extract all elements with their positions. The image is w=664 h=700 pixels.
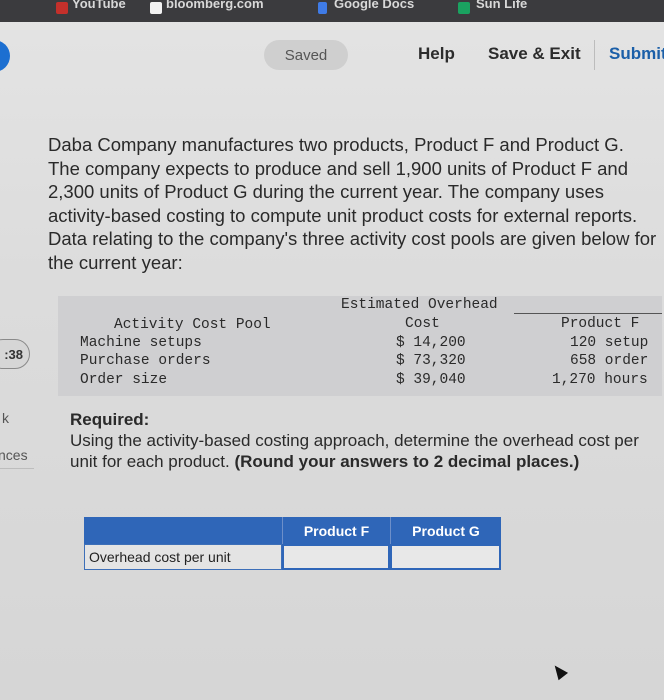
required-title: Required: — [70, 410, 150, 429]
product-header-rule — [514, 313, 662, 314]
table-row-cost: $ 14,200 — [396, 335, 466, 351]
grid-header-blank — [84, 517, 282, 544]
table-row-pool: Purchase orders — [80, 353, 211, 369]
docs-icon[interactable] — [318, 2, 327, 14]
save-exit-button[interactable]: Save & Exit — [488, 44, 581, 64]
rounding-instruction: (Round your answers to 2 decimal places.… — [234, 452, 580, 471]
table-row-product: 658 order — [570, 353, 649, 369]
bookmark-icon[interactable] — [150, 2, 162, 14]
question-text: Daba Company manufactures two products, … — [48, 134, 657, 273]
grid-header-product-f: Product F — [282, 517, 390, 544]
sidebar-item-references[interactable]: nces — [0, 447, 28, 463]
sidebar-divider — [0, 468, 34, 469]
required-section: Required: Using the activity-based costi… — [70, 409, 640, 472]
table-row-pool: Machine setups — [80, 335, 202, 351]
table-header-cost-line2: Cost — [405, 316, 440, 332]
submit-button[interactable]: Submit — [609, 44, 664, 64]
table-row-product: 1,270 hours — [552, 372, 648, 388]
youtube-icon[interactable] — [56, 2, 68, 14]
table-row-cost: $ 73,320 — [396, 353, 466, 369]
grid-row-label: Overhead cost per unit — [84, 544, 282, 570]
table-row-cost: $ 39,040 — [396, 372, 466, 388]
bookmark-youtube[interactable]: YouTube — [72, 0, 132, 14]
saved-status-badge: Saved — [264, 40, 348, 70]
table-header-cost-line1: Estimated Overhead — [341, 297, 498, 313]
sidebar-item-k[interactable]: k — [2, 410, 9, 426]
bookmark-sun-life[interactable]: Sun Life — [476, 0, 556, 14]
timer-badge[interactable]: :38 — [0, 339, 30, 369]
product-g-cost-input[interactable] — [390, 544, 501, 570]
mouse-pointer-icon — [549, 661, 569, 681]
bookmark-google-docs[interactable]: Google Docs — [334, 0, 442, 14]
sheets-icon[interactable] — [458, 2, 470, 14]
table-row-product: 120 setup — [570, 335, 649, 351]
header-divider — [594, 40, 595, 70]
bookmark-bloomberg[interactable]: bloomberg.com — [166, 0, 306, 14]
product-f-cost-input[interactable] — [282, 544, 390, 570]
activity-cost-table: Estimated Overhead Cost Product F Activi… — [58, 296, 662, 396]
table-header-product-f: Product F — [561, 316, 640, 332]
menu-button[interactable] — [0, 40, 10, 72]
table-row-pool: Order size — [80, 372, 168, 388]
table-header-pool: Activity Cost Pool — [114, 317, 271, 333]
grid-header-product-g: Product G — [390, 517, 501, 544]
help-button[interactable]: Help — [418, 44, 455, 64]
answer-grid: Product F Product G Overhead cost per un… — [84, 517, 501, 570]
bookmarks-bar: YouTube bloomberg.com Google Docs Sun Li… — [0, 0, 664, 22]
